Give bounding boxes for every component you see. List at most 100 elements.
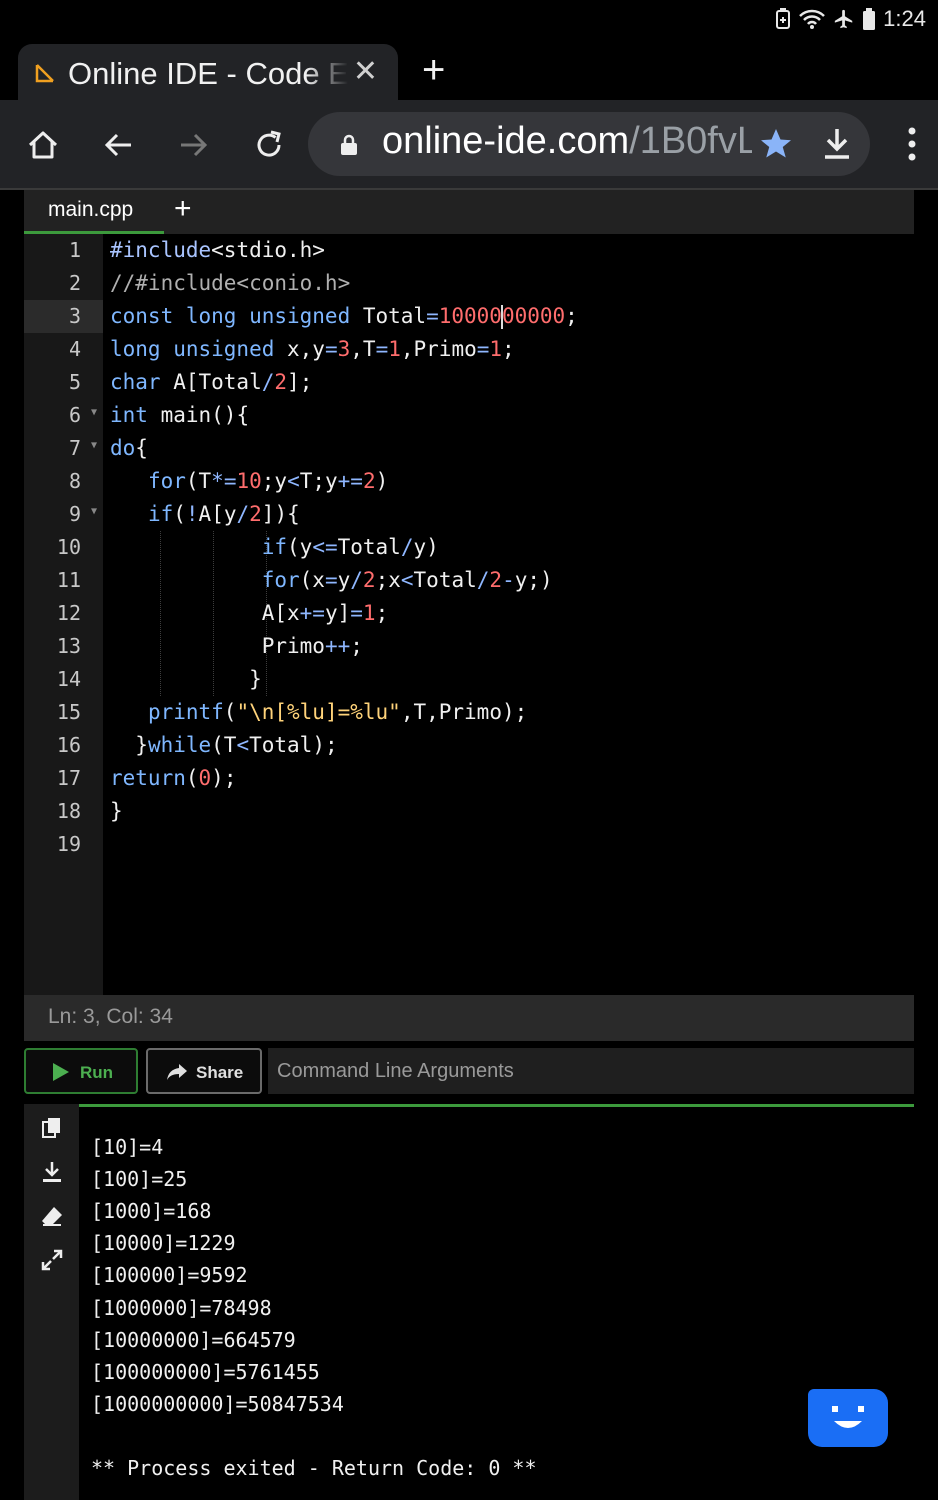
console-line: ** Process exited - Return Code: 0 **	[91, 1456, 537, 1480]
code-token: y;)	[514, 568, 553, 592]
browser-tab[interactable]: Online IDE - Code Editor ✕	[18, 44, 398, 100]
code-token: for	[147, 469, 186, 493]
code-token: ,T	[350, 337, 376, 361]
code-line: if(y<=Total/y)	[110, 531, 910, 564]
code-token: (	[185, 766, 199, 790]
console-line: [100000]=9592	[91, 1263, 248, 1287]
line-number: 9 ▼	[68, 502, 97, 526]
chat-widget-button[interactable]	[808, 1389, 888, 1447]
code-token: (y	[287, 535, 313, 559]
line-number: 18	[56, 799, 81, 823]
browser-toolbar: online-ide.com/1B0fvL	[0, 100, 938, 188]
add-file-button[interactable]: +	[174, 192, 192, 226]
code-token: char	[110, 370, 161, 394]
code-editor[interactable]: 1 2 3 4 5 6 ▼ 7 ▼ 8 9 ▼ 10 11 12 13 14 15 1…	[24, 234, 914, 996]
airplane-mode-icon	[835, 9, 853, 29]
code-token: (x	[299, 568, 325, 592]
code-token: long unsigned	[110, 337, 275, 361]
code-token: !	[185, 502, 199, 526]
download-output-icon[interactable]	[40, 1160, 64, 1184]
code-token: }	[110, 799, 123, 823]
code-line: long unsigned x,y=3,T=1,Primo=1;	[110, 333, 910, 366]
smiley-face-icon	[832, 1406, 864, 1428]
console-line: [100]=25	[91, 1167, 188, 1191]
share-arrow-icon	[167, 1064, 187, 1080]
line-number: 1	[68, 238, 81, 262]
reload-button[interactable]	[248, 124, 290, 166]
copy-icon[interactable]	[40, 1116, 64, 1140]
code-line: do{	[110, 432, 910, 465]
code-token: <=	[312, 535, 338, 559]
fold-arrow-icon[interactable]: ▼	[91, 506, 97, 517]
file-tabs: main.cpp +	[24, 190, 914, 234]
code-token: 10000	[438, 304, 502, 328]
play-icon	[53, 1063, 69, 1081]
battery-icon	[863, 8, 876, 30]
code-token: *=	[211, 469, 237, 493]
bookmark-star-icon[interactable]	[758, 126, 794, 162]
code-line: //#include<conio.h>	[110, 267, 910, 300]
code-token: =	[375, 337, 389, 361]
code-token: //#include<conio.h>	[110, 271, 351, 295]
fold-arrow-icon[interactable]: ▼	[91, 407, 97, 418]
download-icon[interactable]	[820, 126, 854, 162]
code-token: ];	[287, 370, 313, 394]
code-token: Total	[350, 304, 427, 328]
editor-status-bar: Ln: 3, Col: 34	[24, 995, 914, 1041]
code-line: for(T*=10;y<T;y+=2)	[110, 465, 910, 498]
new-tab-plus-icon[interactable]: +	[422, 48, 445, 92]
code-token: ;	[375, 601, 389, 625]
code-token: );	[211, 766, 237, 790]
code-line: A[x+=y]=1;	[110, 597, 910, 630]
code-token: do	[110, 436, 136, 460]
code-token: /	[476, 568, 490, 592]
more-options-icon[interactable]	[908, 126, 916, 162]
code-token: ++	[324, 634, 351, 658]
command-line-args-input[interactable]	[268, 1048, 914, 1094]
code-token: (	[173, 502, 186, 526]
code-token: ,T,Primo);	[400, 700, 528, 724]
code-token: Total	[337, 535, 401, 559]
line-number: 16	[56, 733, 81, 757]
code-token: 2	[274, 370, 288, 394]
code-token: y	[337, 568, 351, 592]
forward-button[interactable]	[172, 124, 214, 166]
code-token: }	[110, 733, 148, 757]
line-number: 5	[68, 370, 81, 394]
code-token: ,Primo	[400, 337, 477, 361]
code-token: "\n[%lu]=%lu"	[236, 700, 401, 724]
code-token: ;y	[261, 469, 288, 493]
code-token: <	[236, 733, 250, 757]
home-button[interactable]	[22, 124, 64, 166]
line-number: 8	[68, 469, 81, 493]
console-line: [10000000]=664579	[91, 1328, 296, 1352]
run-button[interactable]: Run	[24, 1048, 138, 1094]
expand-icon[interactable]	[40, 1248, 64, 1272]
code-token: Total);	[249, 733, 338, 757]
code-line: }	[110, 663, 910, 696]
address-bar[interactable]: online-ide.com/1B0fvL	[308, 112, 870, 176]
eraser-icon[interactable]	[40, 1204, 64, 1228]
file-tab-main-cpp[interactable]: main.cpp	[24, 190, 164, 234]
code-token: ;	[565, 304, 578, 328]
code-line: printf("\n[%lu]=%lu",T,Primo);	[110, 696, 910, 729]
code-token: 2	[362, 568, 376, 592]
code-token: /	[400, 535, 414, 559]
code-line: Primo++;	[110, 630, 910, 663]
share-button[interactable]: Share	[146, 1048, 262, 1094]
code-line: int main(){	[110, 399, 910, 432]
clock: 1:24	[883, 6, 926, 31]
code-token: 1	[489, 337, 503, 361]
code-token: 1	[388, 337, 401, 361]
code-line: }while(T<Total);	[110, 729, 910, 762]
line-number: 13	[56, 634, 81, 658]
code-token: +=	[299, 601, 325, 625]
code-token: (	[223, 700, 237, 724]
tab-close-icon[interactable]: ✕	[353, 54, 378, 89]
console-line: [1000000000]=50847534	[91, 1392, 344, 1416]
back-button[interactable]	[98, 124, 140, 166]
fold-arrow-icon[interactable]: ▼	[91, 440, 97, 451]
